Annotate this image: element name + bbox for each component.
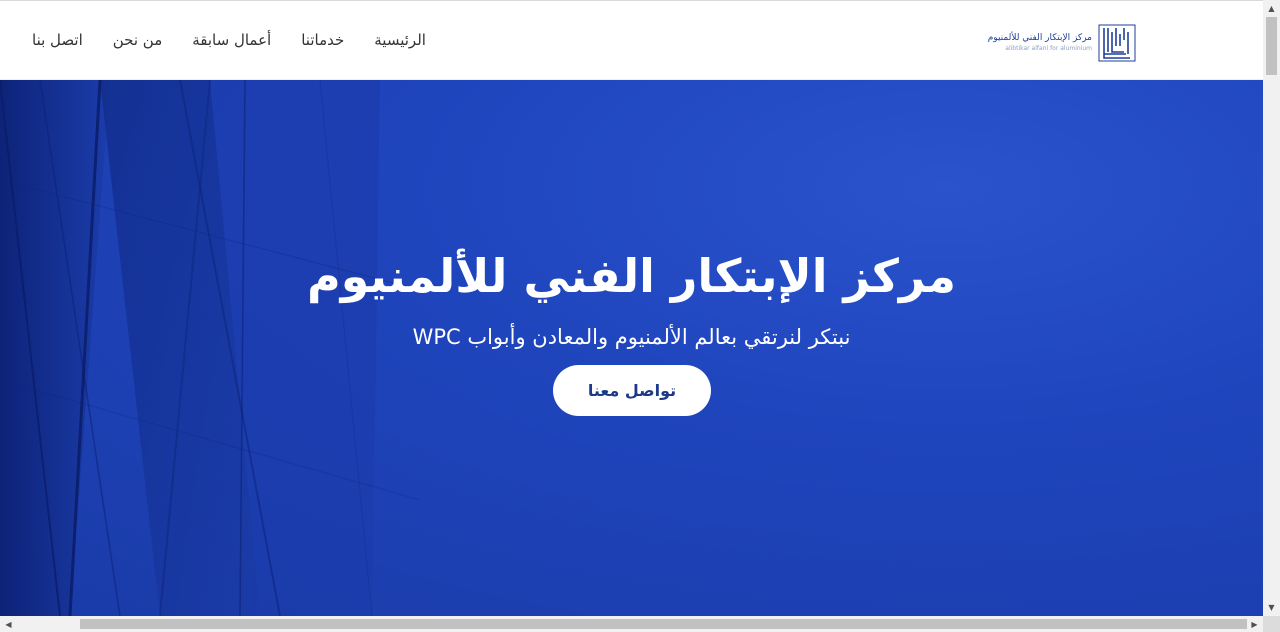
site-header: الرئيسية خدماتنا أعمال سابقة من نحن اتصل… — [0, 0, 1263, 80]
arrow-right-icon[interactable]: ▶ — [1246, 616, 1263, 632]
main-nav: الرئيسية خدماتنا أعمال سابقة من نحن اتصل… — [32, 31, 426, 49]
scrollbar-corner — [1263, 616, 1280, 632]
logo-text: مركز الإبتكار الفني للألمنيوم alibtikar … — [980, 33, 1092, 53]
hero-subtitle: نبتكر لنرتقي بعالم الألمنيوم والمعادن وأ… — [412, 325, 851, 349]
vertical-scrollbar[interactable]: ▲ ▼ — [1263, 0, 1280, 616]
hero-title: مركز الإبتكار الفني للألمنيوم — [307, 248, 956, 303]
nav-item-services[interactable]: خدماتنا — [301, 31, 344, 49]
kufic-logo-icon — [1098, 24, 1136, 62]
horizontal-scrollbar[interactable]: ◀ ▶ — [0, 616, 1263, 632]
arrow-left-icon[interactable]: ◀ — [0, 616, 17, 632]
vertical-scrollbar-thumb[interactable] — [1266, 17, 1277, 75]
page-viewport: الرئيسية خدماتنا أعمال سابقة من نحن اتصل… — [0, 0, 1263, 616]
horizontal-scrollbar-thumb[interactable] — [80, 619, 1247, 629]
hero-section: مركز الإبتكار الفني للألمنيوم نبتكر لنرت… — [0, 80, 1263, 616]
nav-item-previous-works[interactable]: أعمال سابقة — [192, 31, 271, 49]
logo-name-en: alibtikar alfani for aluminium — [1005, 45, 1092, 52]
logo-name-ar: مركز الإبتكار الفني للألمنيوم — [987, 33, 1092, 43]
nav-item-about[interactable]: من نحن — [113, 31, 163, 49]
contact-us-button[interactable]: تواصل معنا — [553, 365, 711, 416]
nav-item-contact[interactable]: اتصل بنا — [32, 31, 83, 49]
arrow-up-icon[interactable]: ▲ — [1263, 0, 1280, 17]
arrow-down-icon[interactable]: ▼ — [1263, 599, 1280, 616]
nav-item-home[interactable]: الرئيسية — [374, 31, 426, 49]
site-logo[interactable]: مركز الإبتكار الفني للألمنيوم alibtikar … — [980, 23, 1136, 63]
